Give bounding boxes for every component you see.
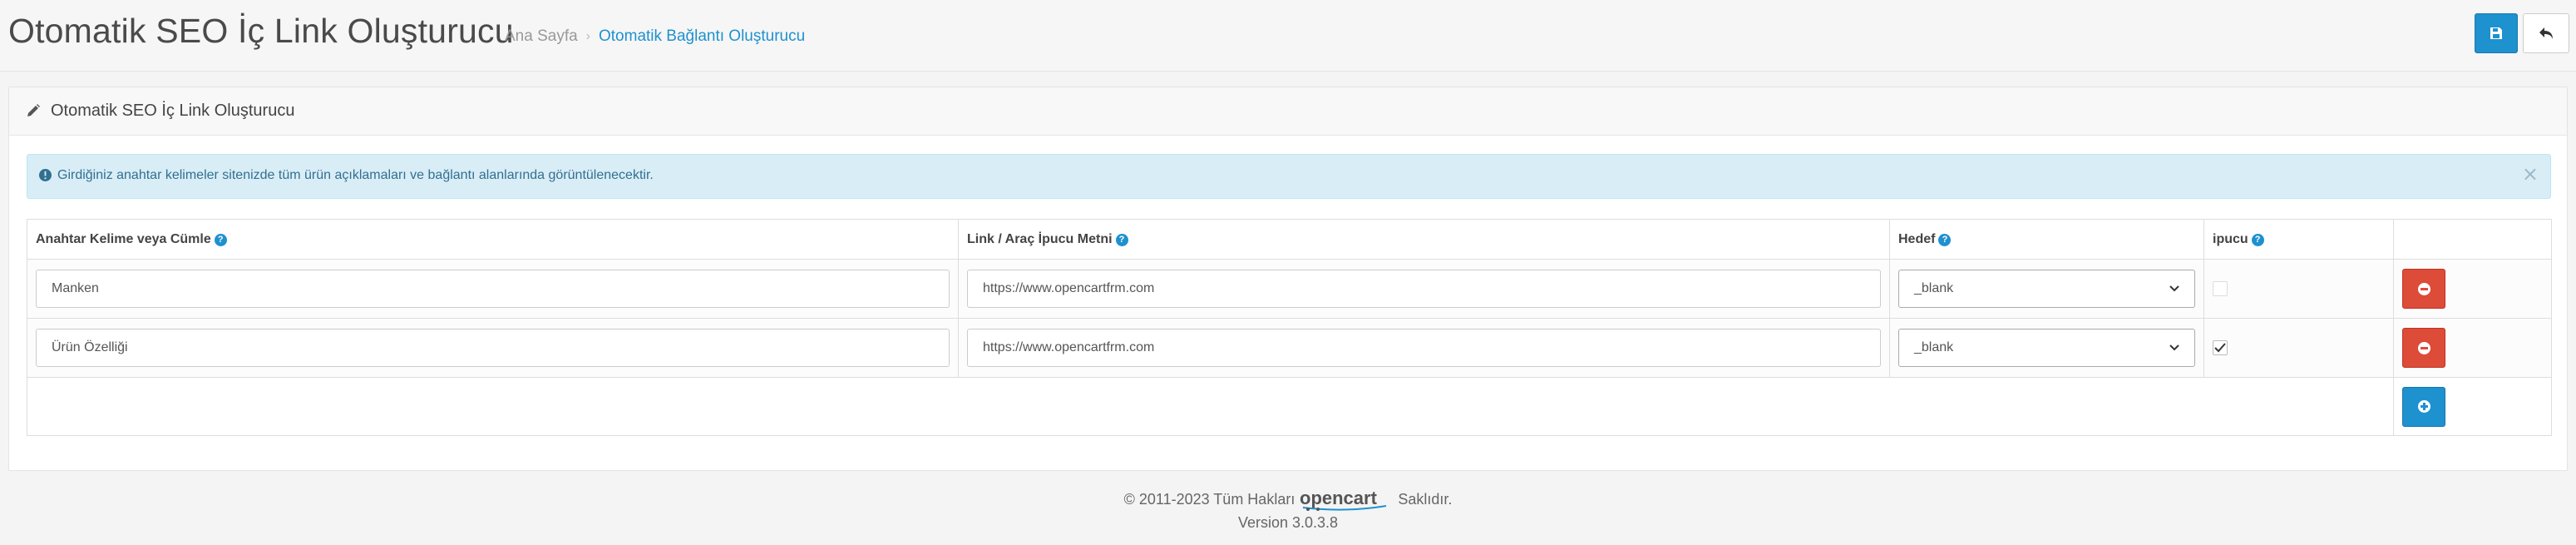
back-button[interactable] [2523,13,2569,53]
opencart-logo[interactable]: opencart [1300,488,1393,511]
target-select-value: _blank [1914,281,1954,295]
tip-checkbox[interactable] [2213,340,2228,355]
plus-circle-icon [2417,400,2430,413]
target-select[interactable]: _blank [1898,270,2195,308]
copyright-suffix: Saklıdır. [1398,490,1453,508]
column-keyword: Anahtar Kelime veya Cümle? [27,219,959,260]
main-panel: Otomatik SEO İç Link Oluşturucu Girdiğin… [8,87,2568,471]
table-row: Ürün Özelliği https://www.opencartfrm.co… [27,318,2552,378]
column-target: Hedef? [1889,219,2204,260]
check-icon [2214,343,2226,353]
alert-close-button[interactable]: × [2522,164,2539,184]
minus-circle-icon [2417,282,2430,295]
info-alert: Girdiğiniz anahtar kelimeler sitenizde t… [27,154,2551,199]
keyword-table: Anahtar Kelime veya Cümle? Link / Araç İ… [27,219,2552,436]
alert-text: Girdiğiniz anahtar kelimeler sitenizde t… [57,168,654,182]
svg-text:opencart: opencart [1300,488,1378,508]
link-input[interactable]: https://www.opencartfrm.com [967,270,1881,308]
breadcrumb-current[interactable]: Otomatik Bağlantı Oluşturucu [599,27,805,46]
save-button[interactable] [2475,13,2518,53]
column-link: Link / Araç İpucu Metni? [958,219,1890,260]
table-footer-row [27,377,2552,436]
table-header-row: Anahtar Kelime veya Cümle? Link / Araç İ… [27,219,2552,260]
target-select-value: _blank [1914,340,1954,354]
remove-row-button[interactable] [2402,328,2445,368]
column-action [2393,219,2552,260]
table-row: Manken https://www.opencartfrm.com _blan… [27,259,2552,319]
help-icon: ? [2251,233,2264,246]
page-title: Otomatik SEO İç Link Oluşturucu [8,12,514,50]
chevron-down-icon [2169,285,2179,292]
reply-icon [2539,27,2553,39]
version-text: Version 3.0.3.8 [1237,514,1339,531]
target-select[interactable]: _blank [1898,329,2195,367]
exclamation-circle-icon [39,169,52,181]
breadcrumb: Ana Sayfa › Otomatik Bağlantı Oluşturucu [505,27,805,46]
copyright-text: © 2011-2023 Tüm Hakları [1123,490,1295,508]
tip-checkbox[interactable] [2213,281,2228,296]
keyword-input[interactable]: Manken [36,270,950,308]
help-icon: ? [1938,233,1952,246]
save-icon [2490,27,2502,39]
panel-heading: Otomatik SEO İç Link Oluşturucu [9,87,2567,136]
column-tip: ipucu? [2203,219,2394,260]
pencil-icon [27,104,40,116]
help-icon: ? [1115,233,1128,246]
minus-circle-icon [2417,341,2430,354]
footer: © 2011-2023 Tüm Hakları opencart Saklıdı… [0,487,2576,533]
keyword-input[interactable]: Ürün Özelliği [36,329,950,367]
page-header: Otomatik SEO İç Link Oluşturucu Ana Sayf… [0,0,2576,72]
remove-row-button[interactable] [2402,269,2445,309]
opencart-logo-icon: opencart [1300,488,1387,511]
breadcrumb-separator: › [585,29,590,43]
add-row-button[interactable] [2402,386,2445,427]
help-icon: ? [214,233,227,246]
panel-title: Otomatik SEO İç Link Oluşturucu [51,102,295,120]
chevron-down-icon [2169,344,2179,351]
link-input[interactable]: https://www.opencartfrm.com [967,329,1881,367]
breadcrumb-home[interactable]: Ana Sayfa [505,27,578,46]
